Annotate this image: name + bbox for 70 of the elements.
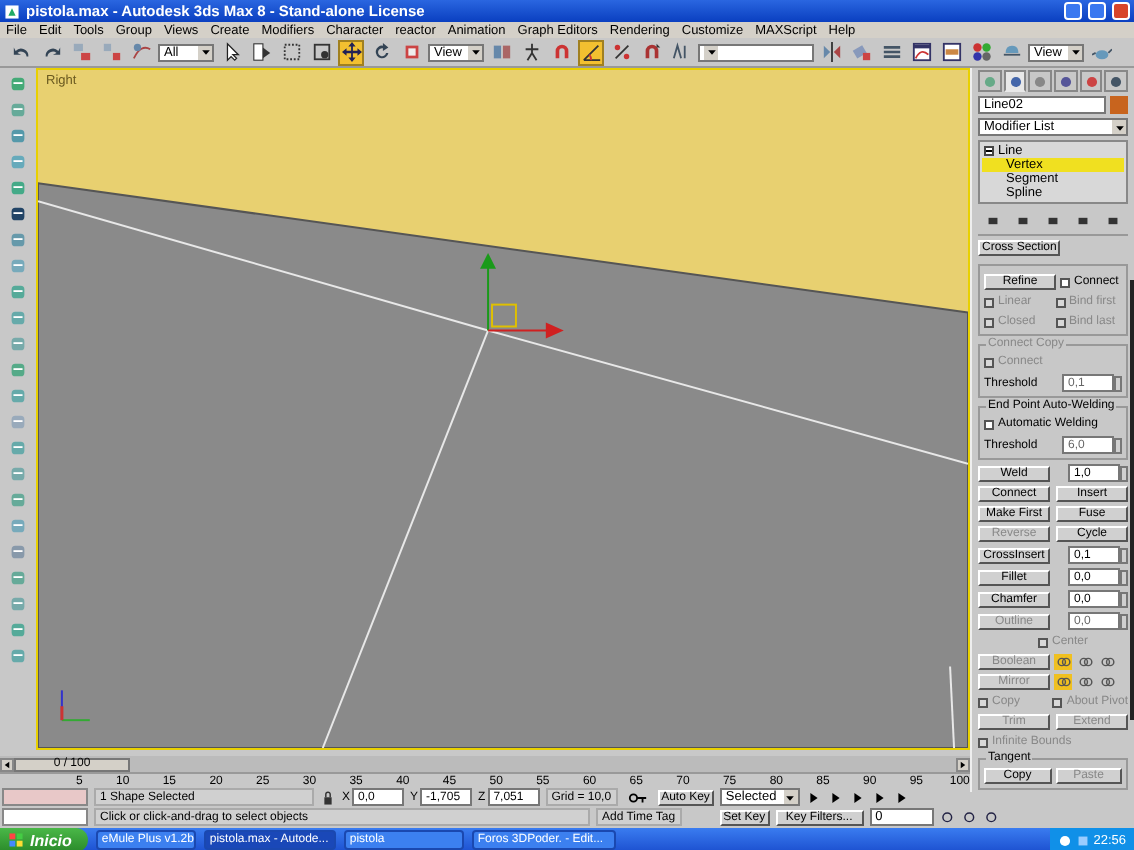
caret-icon: [1069, 46, 1081, 58]
tool-button[interactable]: [1098, 654, 1116, 670]
curve-window-icon: [911, 42, 931, 62]
curve-window-button[interactable]: [908, 39, 934, 65]
tool-button[interactable]: [1054, 674, 1072, 690]
letters-icon: [671, 42, 691, 62]
tool-button[interactable]: [1076, 654, 1094, 670]
previous-frame-button[interactable]: [0, 757, 14, 771]
maximize-button[interactable]: [1088, 2, 1106, 20]
panel-tab[interactable]: [1079, 70, 1103, 92]
windows-logo-icon: [8, 832, 24, 848]
angle-button[interactable]: [578, 39, 604, 65]
app-icon: [4, 3, 20, 19]
tool-button[interactable]: [1076, 674, 1094, 690]
script-field[interactable]: [2, 808, 88, 826]
list-button[interactable]: [248, 39, 274, 65]
rectangle-icon: [281, 42, 301, 62]
link-button[interactable]: [68, 39, 94, 65]
layers-icon: [881, 42, 901, 62]
checkbox[interactable]: [1060, 277, 1070, 287]
collapse-icon[interactable]: [984, 146, 994, 156]
script-field[interactable]: [2, 788, 88, 806]
panel-tab[interactable]: [1104, 70, 1129, 92]
spheres-icon: [971, 42, 991, 62]
unlink-icon: [101, 42, 121, 62]
rotate-icon: [371, 42, 391, 62]
tool-button[interactable]: [1098, 674, 1116, 690]
caret-icon: [705, 46, 717, 58]
tool-icon[interactable]: [8, 204, 28, 224]
bind-icon: [131, 42, 151, 62]
axis-tripod-icon: [60, 689, 91, 722]
move-icon: [341, 42, 361, 62]
minimize-button[interactable]: [1064, 2, 1082, 20]
link-icon: [71, 42, 91, 62]
caret-icon: [469, 46, 481, 58]
left-arrow-icon: [2, 759, 12, 769]
key-icon[interactable]: [623, 787, 652, 807]
panel-tab[interactable]: [1054, 70, 1078, 92]
rectangle-button[interactable]: [278, 39, 304, 65]
window-button[interactable]: [308, 39, 334, 65]
toolbar-dropdown[interactable]: [698, 43, 814, 61]
figure-icon: [521, 42, 541, 62]
bind-button[interactable]: [128, 39, 154, 65]
unlink-button[interactable]: [98, 39, 124, 65]
mirror-button[interactable]: [818, 39, 844, 65]
percent-icon: [611, 42, 631, 62]
list-icon: [251, 42, 271, 62]
schematic-window-button[interactable]: [938, 39, 964, 65]
spinner-arrows[interactable]: [1114, 375, 1122, 391]
schematic-window-icon: [941, 42, 961, 62]
align-icon: [851, 42, 871, 62]
scale-icon: [401, 42, 421, 62]
caret-icon: [1113, 121, 1125, 133]
checkbox[interactable]: [984, 419, 994, 429]
close-button[interactable]: [1112, 2, 1130, 20]
spheres-button[interactable]: [968, 39, 994, 65]
move-button[interactable]: [338, 39, 364, 65]
magnet-icon: [551, 42, 571, 62]
next-frame-button[interactable]: [956, 757, 970, 771]
gizmo-drawing[interactable]: [480, 252, 564, 339]
mirror-icon: [821, 42, 841, 62]
color-swatch[interactable]: [1110, 96, 1128, 114]
scroll-bar[interactable]: [1130, 280, 1134, 720]
caret-icon: [199, 46, 211, 58]
angle-icon: [581, 42, 601, 62]
panel-tab[interactable]: [1003, 70, 1027, 92]
pointer-icon: [221, 42, 241, 62]
right-arrow-icon: [958, 759, 968, 769]
tool-button[interactable]: [1054, 654, 1072, 670]
lock-icon[interactable]: [320, 789, 336, 805]
